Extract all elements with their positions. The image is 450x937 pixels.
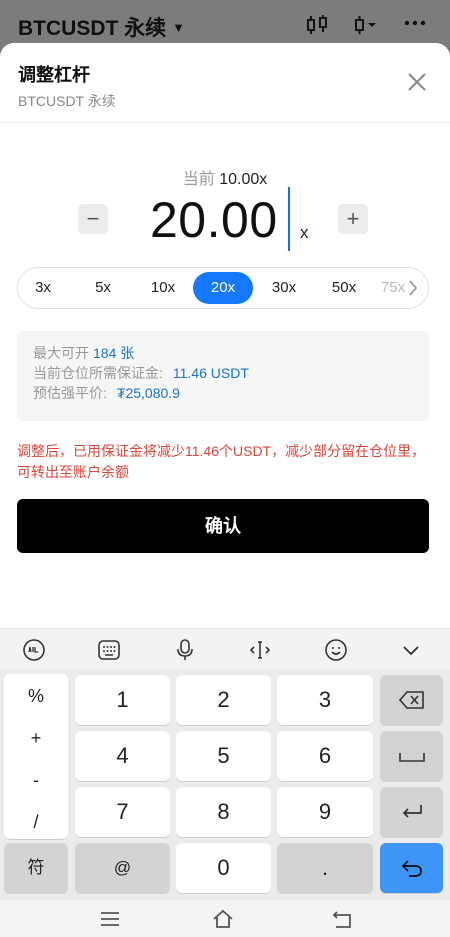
max-open-value: 184 张 xyxy=(93,345,135,361)
candle-type-dropdown-icon[interactable] xyxy=(353,14,379,36)
emoji-icon[interactable] xyxy=(324,638,348,662)
key-6[interactable]: 6 xyxy=(277,731,373,781)
key-slash[interactable]: / xyxy=(4,812,68,833)
caret-down-icon: ▼ xyxy=(172,19,186,35)
margin-label: 当前仓位所需保证金: xyxy=(33,365,163,381)
margin-warning: 调整后，已用保证金将减少11.46个USDT，减少部分留在仓位里，可转出至账户余… xyxy=(17,443,426,480)
key-7[interactable]: 7 xyxy=(75,787,170,837)
key-0[interactable]: 0 xyxy=(176,843,271,893)
key-5[interactable]: 5 xyxy=(176,731,271,781)
max-open-label: 最大可开 xyxy=(33,345,89,361)
liq-price-label: 预估强平价: xyxy=(33,385,107,401)
enter-icon xyxy=(402,805,422,818)
leverage-input[interactable]: 20.00 xyxy=(150,191,278,249)
home-icon[interactable] xyxy=(212,909,234,929)
symbol-toggle-key[interactable]: 符 xyxy=(4,843,68,893)
key-2[interactable]: 2 xyxy=(176,675,271,725)
preset-30x[interactable]: 30x xyxy=(254,272,314,304)
key-plus[interactable]: + xyxy=(4,728,68,749)
space-key[interactable] xyxy=(380,731,443,781)
more-icon[interactable] xyxy=(404,20,426,26)
symbol-column: % + - / xyxy=(4,674,68,839)
close-icon[interactable] xyxy=(406,71,428,93)
liq-price-row: 预估强平价: ₮25,080.9 xyxy=(33,383,180,403)
microphone-icon[interactable] xyxy=(173,638,197,662)
preset-10x[interactable]: 10x xyxy=(133,272,193,304)
sheet-subtitle: BTCUSDT 永续 xyxy=(18,93,116,109)
margin-row: 当前仓位所需保证金: 11.46 USDT xyxy=(33,363,249,383)
return-icon xyxy=(401,860,422,877)
confirm-button[interactable]: 确认 xyxy=(17,499,429,553)
key-minus[interactable]: - xyxy=(4,770,68,791)
key-4[interactable]: 4 xyxy=(75,731,170,781)
leverage-presets: 3x 5x 10x 20x 30x 50x 75x xyxy=(17,267,429,309)
symbol-label: BTCUSDT 永续 xyxy=(18,17,167,40)
cursor-move-icon[interactable] xyxy=(248,638,272,662)
keyboard-toolbar xyxy=(0,628,450,670)
increase-button[interactable]: + xyxy=(338,204,368,234)
chevron-right-icon[interactable] xyxy=(406,278,420,298)
preset-50x[interactable]: 50x xyxy=(314,272,374,304)
current-value: 10.00x xyxy=(219,171,268,188)
key-8[interactable]: 8 xyxy=(176,787,271,837)
decrease-button[interactable]: − xyxy=(78,204,108,234)
position-info: 最大可开 184 张 当前仓位所需保证金: 11.46 USDT 预估强平价: ₮25… xyxy=(17,331,429,421)
backspace-icon xyxy=(398,691,424,709)
enter-key[interactable] xyxy=(380,787,443,837)
backspace-key[interactable] xyxy=(380,675,443,725)
max-open-row: 最大可开 184 张 xyxy=(33,343,134,363)
current-label: 当前 xyxy=(182,171,215,188)
symbol-selector[interactable]: BTCUSDT 永续 ▼ xyxy=(18,12,185,42)
candlestick-chart-icon[interactable] xyxy=(305,14,329,36)
leverage-unit: x xyxy=(300,223,309,242)
key-percent[interactable]: % xyxy=(4,686,68,707)
sheet-title: 调整杠杆 xyxy=(18,65,90,85)
keyboard-icon[interactable] xyxy=(97,638,121,662)
key-at[interactable]: @ xyxy=(75,843,170,893)
collapse-keyboard-icon[interactable] xyxy=(399,638,423,662)
text-cursor xyxy=(288,187,290,251)
preset-20x[interactable]: 20x xyxy=(193,272,253,304)
space-icon xyxy=(398,753,425,762)
key-3[interactable]: 3 xyxy=(277,675,373,725)
numeric-keyboard: % + - / 1 2 3 4 5 6 7 8 9 符 @ 0 . xyxy=(0,670,450,900)
leverage-sheet: 调整杠杆 BTCUSDT 永续 当前 10.00x − 20.00 x + 3x… xyxy=(0,43,450,628)
margin-value: 11.46 USDT xyxy=(172,365,249,381)
system-nav-bar xyxy=(0,900,450,937)
back-icon[interactable] xyxy=(331,909,353,929)
handwriting-icon[interactable] xyxy=(22,638,46,662)
preset-5x[interactable]: 5x xyxy=(73,272,133,304)
liq-price-value: ₮25,080.9 xyxy=(116,385,180,401)
key-1[interactable]: 1 xyxy=(75,675,170,725)
current-leverage: 当前 10.00x xyxy=(0,165,450,189)
preset-3x[interactable]: 3x xyxy=(18,272,73,304)
key-9[interactable]: 9 xyxy=(277,787,373,837)
key-dot[interactable]: . xyxy=(277,843,373,893)
menu-icon[interactable] xyxy=(99,909,121,929)
return-key[interactable] xyxy=(380,843,443,893)
divider xyxy=(0,122,450,123)
